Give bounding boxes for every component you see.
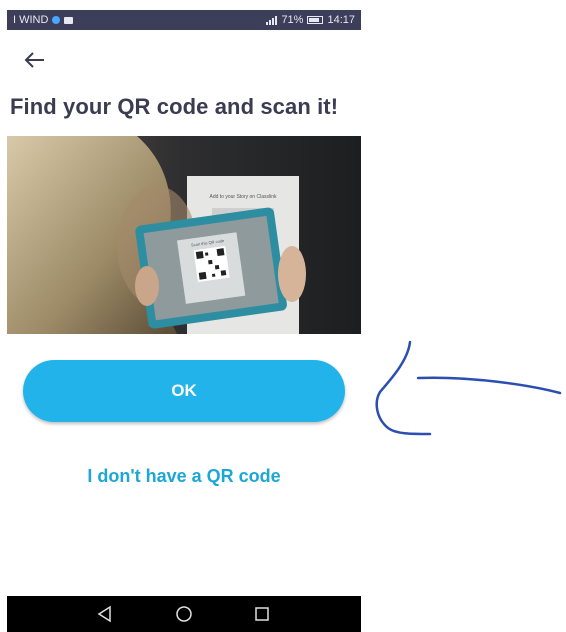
phone-screen: I WIND 71% 14:17 Find your QR code and s…: [7, 10, 361, 632]
location-icon: [52, 16, 61, 24]
circle-home-icon[interactable]: [174, 604, 194, 624]
hand-drawn-arrow: [375, 340, 562, 436]
message-icon: [64, 16, 74, 24]
no-qr-code-link[interactable]: I don't have a QR code: [7, 466, 361, 487]
page-title: Find your QR code and scan it!: [10, 94, 339, 119]
status-right: 71% 14:17: [266, 10, 355, 30]
instruction-photo: Add to your Story on Classlink Scan this…: [7, 136, 361, 334]
battery-icon: [307, 16, 324, 24]
square-recents-icon[interactable]: [252, 604, 272, 624]
battery-percent: 71%: [281, 14, 304, 26]
signal-icon: [266, 15, 278, 25]
status-left: I WIND: [13, 10, 74, 30]
status-bar: I WIND 71% 14:17: [7, 10, 361, 30]
android-nav-bar: [7, 596, 361, 632]
clock: 14:17: [327, 14, 355, 26]
carrier-name: I WIND: [13, 14, 49, 26]
sign-text: Add to your Story on Classlink: [210, 194, 277, 200]
ok-button[interactable]: OK: [23, 360, 345, 422]
arrow-left-icon[interactable]: [23, 50, 47, 70]
triangle-back-icon[interactable]: [95, 604, 115, 624]
